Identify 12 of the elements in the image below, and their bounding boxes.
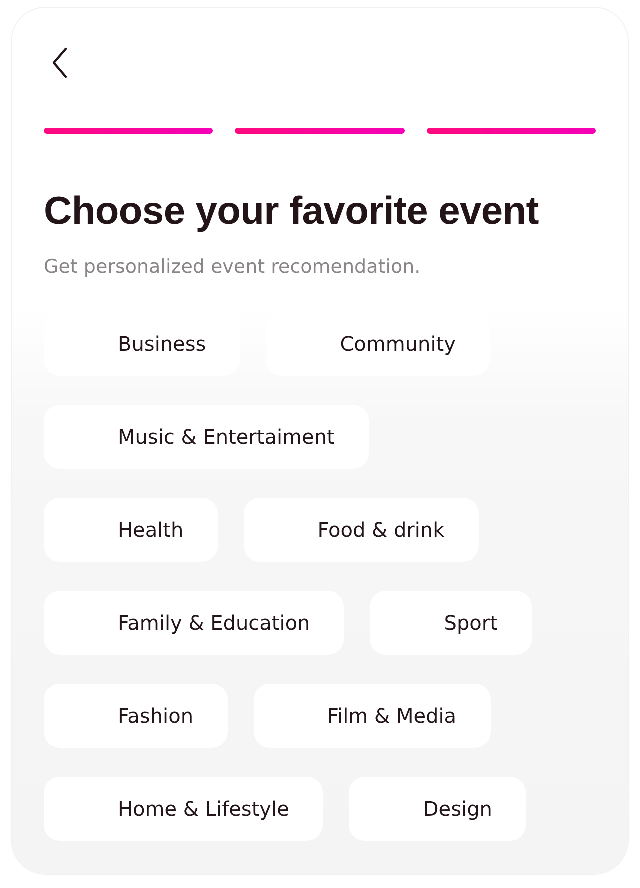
category-chip[interactable]: Health bbox=[44, 498, 218, 562]
category-chip[interactable]: Home & Lifestyle bbox=[44, 777, 324, 841]
category-chip[interactable]: Sport bbox=[370, 591, 532, 655]
category-chip[interactable]: Family & Education bbox=[44, 591, 344, 655]
back-icon bbox=[51, 46, 69, 78]
category-chip[interactable]: Food & drink bbox=[244, 498, 479, 562]
page-title: Choose your favorite event bbox=[44, 190, 540, 234]
subtitle: Get personalized event recomendation. bbox=[44, 256, 422, 278]
category-chip[interactable]: Music & Entertaiment bbox=[44, 405, 369, 469]
category-chip[interactable]: Film & Media bbox=[254, 684, 491, 748]
category-chip[interactable]: Fashion bbox=[44, 684, 228, 748]
category-chip[interactable]: Design bbox=[349, 777, 526, 841]
